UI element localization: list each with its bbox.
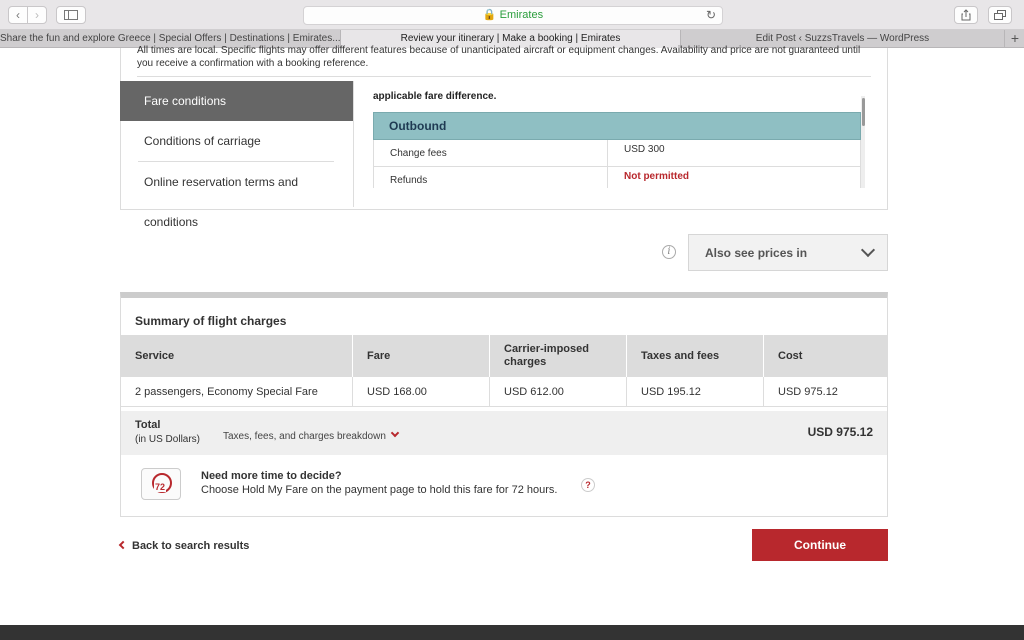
outbound-header: Outbound: [373, 112, 861, 140]
table-cell: USD 612.00: [490, 377, 627, 407]
column-header: Cost: [764, 335, 887, 377]
back-link-label: Back to search results: [132, 540, 250, 552]
info-icon[interactable]: i: [662, 245, 676, 259]
tab-label: Review your itinerary | Make a booking |…: [400, 33, 621, 44]
column-header: Fare: [353, 335, 490, 377]
total-label: Total: [135, 419, 161, 431]
chevron-left-icon: [118, 540, 128, 550]
tabs-icon: [994, 10, 1006, 20]
new-tab-button[interactable]: +: [1006, 30, 1024, 48]
table-row: 2 passengers, Economy Special Fare USD 1…: [121, 377, 887, 407]
address-text: Emirates: [499, 9, 544, 21]
refunds-value: Not permitted: [624, 171, 689, 182]
table-cell: USD 168.00: [353, 377, 490, 407]
nav-fare-conditions[interactable]: Fare conditions: [120, 81, 353, 121]
breakdown-toggle[interactable]: Taxes, fees, and charges breakdown: [223, 428, 400, 442]
chevron-right-icon: ›: [35, 8, 39, 22]
tab-label: Share the fun and explore Greece | Speci…: [0, 33, 341, 44]
fare-scrollbar-thumb[interactable]: [862, 98, 865, 126]
fare-condition-row: Change fees USD 300: [373, 140, 861, 167]
reload-icon[interactable]: ↻: [706, 7, 716, 24]
tab-label: Edit Post ‹ SuzzsTravels — WordPress: [755, 33, 930, 44]
hold-title: Need more time to decide?: [201, 470, 342, 482]
column-header: Carrier-imposed charges: [490, 335, 627, 377]
divider: [353, 81, 354, 207]
hold-text: Choose Hold My Fare on the payment page …: [201, 484, 558, 496]
column-header: Taxes and fees: [627, 335, 764, 377]
summary-title: Summary of flight charges: [135, 314, 287, 328]
lock-icon: 🔒: [482, 9, 497, 21]
back-to-search-link[interactable]: Back to search results: [118, 540, 250, 552]
chevron-down-icon: [390, 428, 400, 438]
sidebar-icon: [64, 10, 78, 20]
table-header-row: Service Fare Carrier-imposed charges Tax…: [121, 335, 887, 377]
forward-nav-button[interactable]: ›: [27, 6, 47, 24]
currency-dropdown[interactable]: Also see prices in: [688, 234, 888, 271]
charges-table: Service Fare Carrier-imposed charges Tax…: [121, 335, 887, 407]
footer-bar: [0, 625, 1024, 640]
continue-button[interactable]: Continue: [752, 529, 888, 561]
back-nav-button[interactable]: ‹: [8, 6, 28, 24]
fare-condition-row: Refunds Not permitted: [373, 167, 861, 188]
chevron-down-icon: [860, 242, 876, 258]
nav-online-reservation-terms[interactable]: Online reservation terms and conditions: [120, 162, 353, 229]
column-header: Service: [121, 335, 353, 377]
change-fees-label: Change fees: [374, 140, 608, 166]
change-fees-value: USD 300: [624, 144, 665, 155]
hold-hours: 72: [154, 482, 167, 492]
share-button[interactable]: [954, 6, 978, 24]
divider: [137, 76, 871, 77]
intro-text: All times are local. Specific flights ma…: [137, 45, 861, 68]
table-cell: USD 975.12: [764, 377, 887, 407]
total-amount: USD 975.12: [807, 425, 873, 439]
hold-fare-icon: 72: [141, 468, 181, 500]
currency-dropdown-label: Also see prices in: [705, 246, 808, 260]
refunds-label: Refunds: [374, 167, 608, 188]
address-bar[interactable]: 🔒 Emirates ↻: [303, 6, 723, 25]
table-cell: 2 passengers, Economy Special Fare: [121, 377, 353, 407]
flight-charges-summary: Summary of flight charges Service Fare C…: [120, 292, 888, 517]
browser-toolbar: ‹ › 🔒 Emirates ↻: [0, 0, 1024, 30]
fare-conditions-content: applicable fare difference. Outbound Cha…: [373, 88, 861, 188]
show-tabs-button[interactable]: [988, 6, 1012, 24]
total-row: Total (in US Dollars) Taxes, fees, and c…: [121, 411, 887, 455]
sidebar-toggle-button[interactable]: [56, 6, 86, 24]
share-icon: [961, 9, 971, 21]
total-currency-note: (in US Dollars): [135, 434, 201, 445]
applicable-text: applicable fare difference.: [373, 91, 497, 102]
breakdown-label: Taxes, fees, and charges breakdown: [223, 431, 386, 442]
table-cell: USD 195.12: [627, 377, 764, 407]
help-icon[interactable]: ?: [581, 478, 595, 492]
nav-conditions-of-carriage[interactable]: Conditions of carriage: [120, 121, 353, 161]
chevron-left-icon: ‹: [16, 8, 20, 22]
fare-nav: Fare conditions Conditions of carriage O…: [120, 81, 353, 229]
